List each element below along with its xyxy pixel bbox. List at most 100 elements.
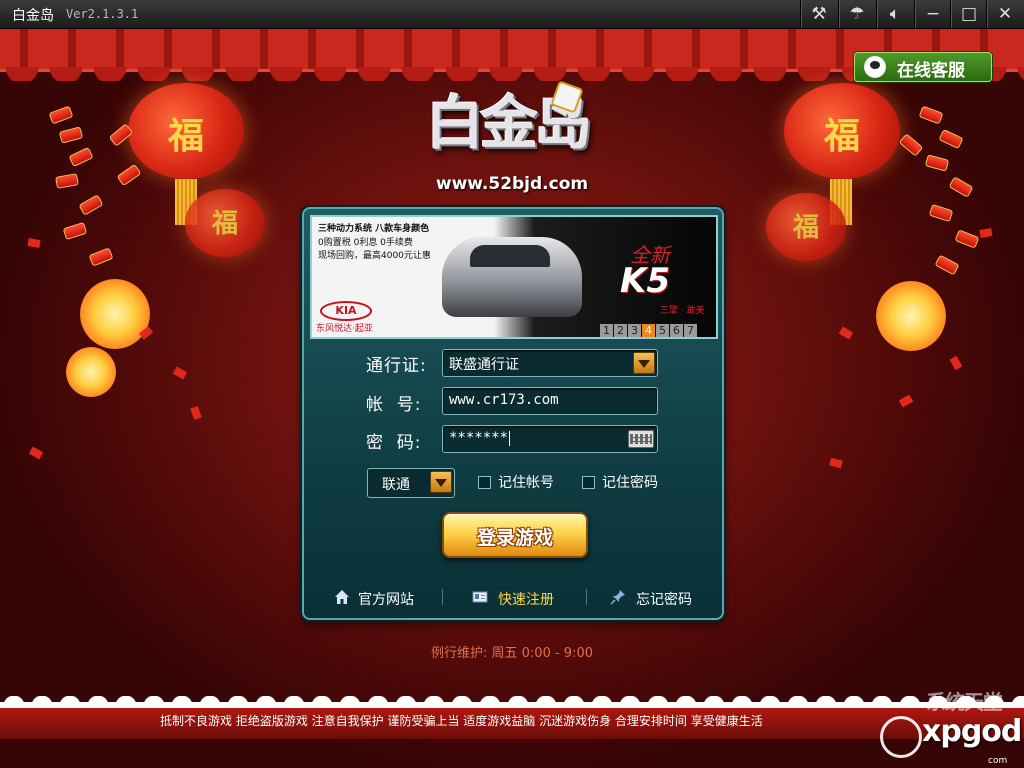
firecracker-icon: [928, 203, 954, 223]
account-input-value: www.cr173.com: [449, 392, 559, 408]
pass-label: 通行证:: [366, 356, 427, 376]
close-icon[interactable]: ✕: [986, 0, 1023, 28]
ad-line-2: 0购置税 0利息 0手续费: [318, 238, 413, 248]
online-service-label: 在线客服: [897, 61, 965, 81]
home-icon: [335, 590, 349, 604]
firecracker-icon: [948, 176, 974, 198]
ad-line-3: 现场回购，最高4000元让惠: [318, 251, 431, 261]
confetti-icon: [979, 228, 993, 238]
watermark-top: 系统天堂: [926, 690, 1003, 714]
ad-page-2[interactable]: 2: [614, 324, 627, 337]
ad-page-1[interactable]: 1: [600, 324, 613, 337]
lantern-right: 福: [784, 83, 900, 179]
pass-select-value: 联盛通行证: [449, 357, 519, 373]
login-panel: 三种动力系统 八款车身颜色 0购置税 0利息 0手续费 现场回购，最高4000元…: [302, 207, 724, 620]
firecracker-icon: [48, 105, 74, 125]
watermark-logo-icon: [880, 716, 922, 758]
remember-account-label[interactable]: 记住帐号: [498, 472, 554, 492]
ad-slogan: 三擎 · 敢美: [660, 306, 705, 316]
keyboard-icon[interactable]: [628, 430, 654, 448]
link-divider: [442, 589, 443, 605]
confetti-icon: [27, 238, 41, 248]
ad-page-7[interactable]: 7: [684, 324, 697, 337]
online-service-button[interactable]: 在线客服: [854, 52, 992, 82]
health-notice: 抵制不良游戏 拒绝盗版游戏 注意自我保护 谨防受骗上当 适度游戏益脑 沉迷游戏伤…: [160, 714, 763, 728]
firecracker-icon: [58, 126, 84, 144]
firework-burst-icon: [66, 347, 116, 397]
confetti-icon: [28, 446, 44, 460]
chevron-down-icon[interactable]: [633, 352, 655, 374]
confetti-icon: [898, 394, 914, 408]
ad-model: K5: [620, 261, 671, 301]
firecracker-icon: [55, 173, 79, 189]
pushpin-icon: [610, 590, 625, 605]
lantern-char: 福: [792, 213, 819, 243]
lantern-left: 福: [128, 83, 244, 179]
firecracker-icon: [116, 163, 142, 187]
lantern-char: 福: [211, 209, 238, 239]
link-divider: [586, 589, 587, 605]
watermark-main: xpgod: [922, 714, 1022, 749]
isp-select[interactable]: 联通: [367, 468, 455, 498]
confetti-icon: [949, 355, 963, 371]
ad-page-4[interactable]: 4: [642, 324, 655, 337]
remember-password-checkbox[interactable]: [582, 476, 595, 489]
remember-account-checkbox[interactable]: [478, 476, 491, 489]
confetti-icon: [838, 326, 854, 340]
firecracker-icon: [78, 194, 104, 216]
password-label: 密 码:: [366, 433, 422, 453]
remember-password-label[interactable]: 记住密码: [602, 472, 658, 492]
account-input[interactable]: www.cr173.com: [442, 387, 658, 415]
watermark-sub: com: [988, 756, 1008, 766]
lantern-char: 福: [823, 115, 860, 157]
firework-burst-icon: [80, 279, 150, 349]
firecracker-icon: [938, 128, 964, 150]
firecracker-icon: [88, 247, 114, 267]
umbrella-icon[interactable]: ☂: [838, 0, 875, 28]
ad-page-5[interactable]: 5: [656, 324, 669, 337]
firework-burst-icon: [876, 281, 946, 351]
ad-banner[interactable]: 三种动力系统 八款车身颜色 0购置税 0利息 0手续费 现场回购，最高4000元…: [310, 215, 718, 339]
firecracker-icon: [62, 221, 88, 241]
app-version: Ver2.1.3.1: [66, 7, 139, 21]
speaker-icon[interactable]: 🔈︎: [876, 0, 913, 28]
minimize-icon[interactable]: −: [914, 0, 951, 28]
firecracker-icon: [68, 146, 94, 168]
firecracker-icon: [924, 154, 950, 172]
pass-select[interactable]: 联盛通行证: [442, 349, 658, 377]
lantern-small-left: 福: [185, 189, 265, 257]
ad-dealer: 东风悦达·起亚: [316, 324, 373, 334]
confetti-icon: [172, 366, 188, 380]
site-watermark: 系统天堂 xpgod com: [876, 686, 1024, 768]
chevron-down-icon[interactable]: [430, 471, 452, 493]
firecracker-icon: [918, 105, 944, 125]
title-bar: 白金岛 Ver2.1.3.1 ⚒ ☂ 🔈︎ − □ ✕: [0, 0, 1024, 29]
tools-icon[interactable]: ⚒: [800, 0, 837, 28]
car-image: [442, 237, 582, 317]
text-caret: [509, 430, 511, 446]
firecracker-icon: [898, 133, 924, 157]
official-site-link[interactable]: 官方网站: [358, 589, 414, 609]
kia-logo: KIA: [320, 301, 372, 321]
ad-page-3[interactable]: 3: [628, 324, 641, 337]
isp-select-value: 联通: [382, 477, 410, 493]
firecracker-icon: [934, 254, 960, 276]
ad-page-6[interactable]: 6: [670, 324, 683, 337]
agent-avatar-icon: [864, 56, 886, 78]
maximize-icon[interactable]: □: [950, 0, 987, 28]
account-label: 帐 号:: [366, 395, 422, 415]
forgot-password-link[interactable]: 忘记密码: [636, 589, 692, 609]
confetti-icon: [829, 457, 843, 469]
firecracker-icon: [954, 229, 980, 249]
ad-pagination: 1234567: [600, 319, 698, 337]
login-button-label: 登录游戏: [476, 527, 553, 549]
login-button[interactable]: 登录游戏: [442, 512, 588, 558]
app-title: 白金岛: [12, 8, 54, 24]
password-input-value: *******: [449, 430, 509, 446]
lantern-char: 福: [167, 115, 204, 157]
quick-register-link[interactable]: 快速注册: [498, 589, 554, 609]
id-card-icon: [472, 591, 488, 603]
confetti-icon: [190, 405, 202, 421]
ad-line-1: 三种动力系统 八款车身颜色: [318, 224, 430, 234]
password-input[interactable]: *******: [442, 425, 658, 453]
